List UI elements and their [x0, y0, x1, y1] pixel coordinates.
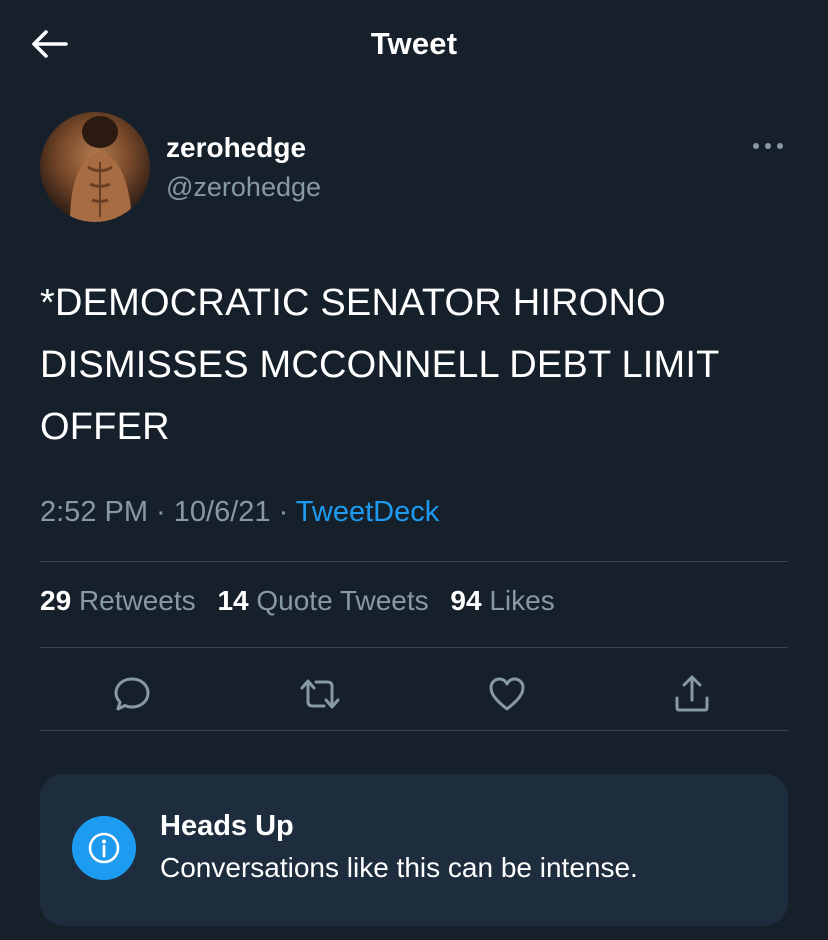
- reply-icon: [114, 677, 150, 711]
- tweet-time: 2:52 PM: [40, 496, 148, 528]
- display-name[interactable]: zerohedge: [166, 132, 306, 164]
- retweets-label: Retweets: [78, 585, 196, 616]
- tweet-date: 10/6/21: [173, 496, 271, 528]
- notice-body: Conversations like this can be intense.: [160, 852, 638, 883]
- tweet-meta: 2:52 PM · 10/6/21 · TweetDeck: [40, 496, 439, 529]
- avatar-image: [70, 116, 132, 222]
- tweet-author: zerohedge @zerohedge: [40, 112, 788, 224]
- like-button[interactable]: [481, 668, 533, 720]
- meta-separator: ·: [148, 496, 174, 528]
- tweet-actions: [40, 668, 788, 720]
- likes-label: Likes: [489, 585, 555, 616]
- divider: [40, 561, 788, 562]
- quote-tweets-count: 14: [217, 585, 249, 616]
- avatar[interactable]: [40, 112, 150, 222]
- retweet-button[interactable]: [294, 668, 346, 720]
- quote-tweets-stat[interactable]: 14 Quote Tweets: [217, 585, 442, 616]
- meta-separator: ·: [270, 496, 296, 528]
- user-handle[interactable]: @zerohedge: [166, 172, 321, 203]
- likes-count: 94: [450, 585, 482, 616]
- top-bar: Tweet: [0, 0, 828, 90]
- tweet-text: *DEMOCRATIC SENATOR HIRONO DISMISSES MCC…: [40, 282, 719, 448]
- info-glyph: [88, 832, 120, 864]
- like-icon: [489, 677, 525, 711]
- retweet-icon: [300, 679, 340, 709]
- notice-title: Heads Up: [160, 810, 294, 842]
- likes-stat[interactable]: 94 Likes: [450, 585, 568, 616]
- quote-tweets-label: Quote Tweets: [256, 585, 429, 616]
- page-title: Tweet: [370, 26, 458, 61]
- more-icon: [753, 143, 783, 149]
- share-button[interactable]: [666, 668, 718, 720]
- retweets-stat[interactable]: 29 Retweets: [40, 585, 210, 616]
- divider: [40, 647, 788, 648]
- tweet-stats: 29 Retweets 14 Quote Tweets 94 Likes: [40, 585, 569, 617]
- more-options-button[interactable]: [748, 134, 788, 158]
- info-icon: [72, 816, 136, 880]
- divider: [40, 730, 788, 731]
- tweet-source-link[interactable]: TweetDeck: [296, 496, 439, 528]
- heads-up-notice: Heads Up Conversations like this can be …: [40, 774, 788, 926]
- retweets-count: 29: [40, 585, 72, 616]
- reply-button[interactable]: [106, 668, 158, 720]
- share-icon: [675, 675, 709, 712]
